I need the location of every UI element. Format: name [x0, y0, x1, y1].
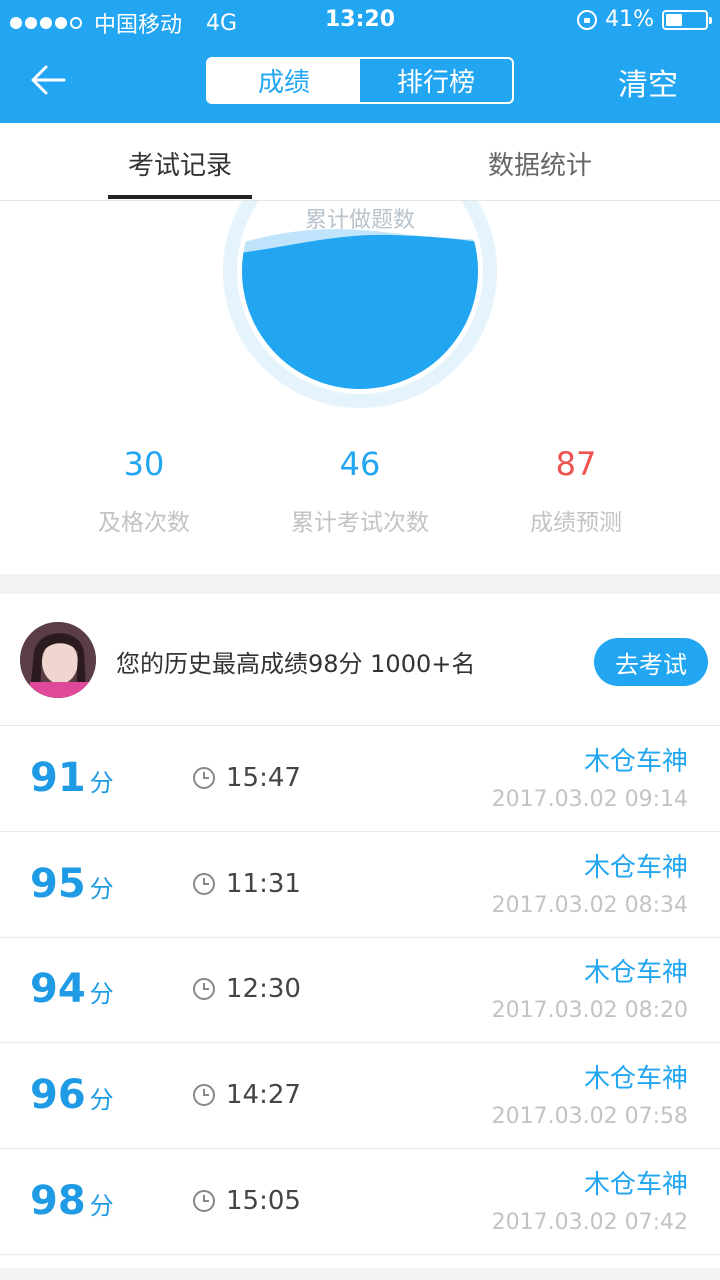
stat-label: 及格次数 — [98, 510, 190, 536]
total-questions-label: 累计做题数 — [304, 208, 415, 233]
exam-record-row[interactable]: 96 分 14:27 木仓车神 2017.03.02 07:58 — [0, 1044, 720, 1149]
exam-record-row[interactable]: 98 分 15:05 木仓车神 2017.03.02 07:42 — [0, 1150, 720, 1255]
arrow-left-icon[interactable] — [28, 60, 68, 100]
stat-value: 30 — [123, 445, 165, 483]
duration-text: 11:31 — [226, 869, 301, 899]
battery-fill — [666, 13, 682, 26]
battery-percent: 41% — [605, 7, 654, 32]
top-bar: 中国移动 4G 13:20 41% 成绩 排行榜 清空 — [0, 0, 720, 123]
total-questions-value: 6787 — [301, 250, 419, 304]
record-duration: 11:31 — [192, 869, 301, 899]
clear-button[interactable]: 清空 — [618, 60, 678, 104]
tab-score[interactable]: 成绩 — [208, 59, 360, 102]
duration-text: 15:47 — [226, 763, 301, 793]
score-value: 95 — [30, 861, 86, 907]
stat-label: 累计考试次数 — [291, 510, 429, 536]
duration-text: 14:27 — [226, 1080, 301, 1110]
stat-exam-count: 46 累计考试次数 — [240, 445, 480, 537]
score-unit: 分 — [89, 980, 114, 1008]
record-duration: 15:05 — [192, 1186, 301, 1216]
score-value: 94 — [30, 966, 86, 1012]
tab-leaderboard[interactable]: 排行榜 — [360, 59, 512, 102]
record-score: 98 分 — [30, 1178, 114, 1224]
exam-record-row[interactable]: 94 分 12:30 木仓车神 2017.03.02 08:20 — [0, 938, 720, 1043]
stat-value: 87 — [555, 445, 597, 483]
record-user-name: 木仓车神 — [583, 1170, 688, 1200]
bottom-divider — [0, 1268, 720, 1280]
battery-icon — [662, 9, 712, 30]
clock-icon — [193, 873, 215, 895]
subtab-exam-records[interactable]: 考试记录 — [108, 145, 252, 182]
record-score: 95 分 — [30, 861, 114, 907]
section-divider — [0, 574, 720, 594]
score-value: 98 — [30, 1178, 86, 1224]
record-score: 96 分 — [30, 1072, 114, 1118]
subtab-statistics[interactable]: 数据统计 — [468, 145, 612, 182]
score-unit: 分 — [89, 875, 114, 903]
clock-icon — [193, 978, 215, 1000]
score-unit: 分 — [89, 1192, 114, 1220]
score-value: 91 — [30, 755, 86, 801]
record-user-name: 木仓车神 — [583, 1064, 688, 1094]
record-user-name: 木仓车神 — [583, 958, 688, 988]
exam-record-row[interactable]: 95 分 11:31 木仓车神 2017.03.02 08:34 — [0, 833, 720, 938]
clock-icon — [193, 1190, 215, 1212]
stat-value: 46 — [339, 445, 381, 483]
record-duration: 15:47 — [192, 763, 301, 793]
rotation-lock-icon — [577, 9, 598, 30]
record-score: 94 分 — [30, 966, 114, 1012]
record-duration: 14:27 — [192, 1080, 301, 1110]
segmented-control: 成绩 排行榜 — [206, 57, 514, 104]
go-exam-button[interactable]: 去考试 — [594, 638, 708, 686]
stats-row: 30 及格次数 46 累计考试次数 87 成绩预测 — [0, 445, 720, 545]
score-unit: 分 — [89, 1086, 114, 1114]
record-date: 2017.03.02 08:20 — [491, 998, 688, 1023]
record-date: 2017.03.02 08:34 — [491, 893, 688, 918]
stat-pass-count: 30 及格次数 — [24, 445, 264, 537]
best-score-text: 您的历史最高成绩98分 1000+名 — [116, 650, 476, 678]
record-duration: 12:30 — [192, 974, 301, 1004]
duration-text: 15:05 — [226, 1186, 301, 1216]
record-date: 2017.03.02 07:42 — [491, 1210, 688, 1235]
stat-score-prediction: 87 成绩预测 — [456, 445, 696, 537]
clock-icon — [193, 767, 215, 789]
record-user-name: 木仓车神 — [583, 747, 688, 777]
status-right: 41% — [577, 7, 712, 32]
subtab-bar: 考试记录 数据统计 — [0, 123, 720, 201]
status-bar: 中国移动 4G 13:20 41% — [0, 0, 720, 40]
record-date: 2017.03.02 07:58 — [491, 1104, 688, 1129]
avatar[interactable] — [20, 622, 96, 698]
best-score-row: 您的历史最高成绩98分 1000+名 去考试 — [0, 594, 720, 726]
record-date: 2017.03.02 09:14 — [491, 787, 688, 812]
subtab-underline — [108, 195, 252, 199]
duration-text: 12:30 — [226, 974, 301, 1004]
record-user-name: 木仓车神 — [583, 853, 688, 883]
score-unit: 分 — [89, 769, 114, 797]
record-score: 91 分 — [30, 755, 114, 801]
stat-label: 成绩预测 — [530, 510, 622, 536]
score-value: 96 — [30, 1072, 86, 1118]
clock-icon — [193, 1084, 215, 1106]
exam-record-row[interactable]: 91 分 15:47 木仓车神 2017.03.02 09:14 — [0, 727, 720, 832]
